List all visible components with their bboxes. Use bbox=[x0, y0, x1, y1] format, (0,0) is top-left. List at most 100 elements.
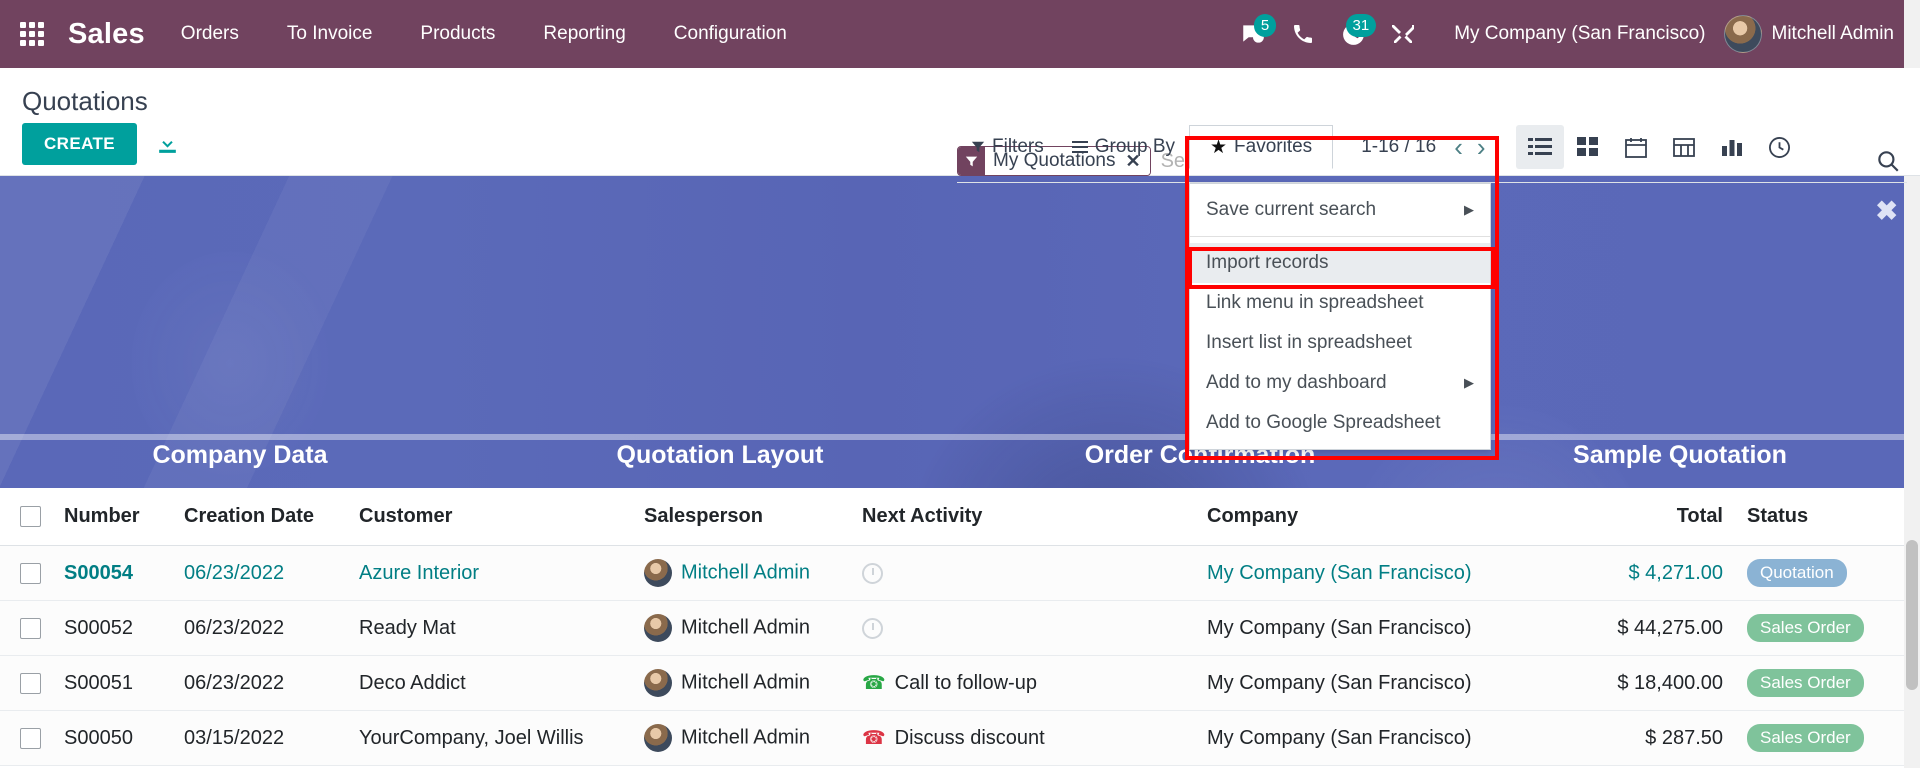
customer-value: YourCompany, Joel Willis bbox=[359, 726, 584, 749]
company-value: My Company (San Francisco) bbox=[1207, 616, 1472, 639]
company-value: My Company (San Francisco) bbox=[1207, 671, 1472, 694]
table-row[interactable]: S00051 06/23/2022 Deco Addict Mitchell A… bbox=[0, 655, 1920, 711]
cell-customer: Deco Addict bbox=[347, 655, 632, 711]
column-header-customer[interactable]: Customer bbox=[347, 488, 632, 546]
cell-creation-date: 06/23/2022 bbox=[172, 655, 347, 711]
total-value: $ 287.50 bbox=[1645, 726, 1723, 749]
record-link[interactable]: S00052 bbox=[64, 617, 133, 639]
row-checkbox[interactable] bbox=[20, 727, 41, 749]
phone-red-icon[interactable]: ☎ bbox=[862, 728, 886, 749]
favorites-item-import-records[interactable]: Import records bbox=[1190, 243, 1490, 283]
phone-icon[interactable] bbox=[1280, 0, 1326, 68]
record-link[interactable]: S00054 bbox=[64, 562, 133, 584]
favorites-item-insert-list-in-spreadsheet[interactable]: Insert list in spreadsheet bbox=[1190, 323, 1490, 363]
column-header-creation-date[interactable]: Creation Date bbox=[172, 488, 347, 546]
table-row[interactable]: S00054 06/23/2022 Azure Interior Mitchel… bbox=[0, 545, 1920, 601]
date-value: 06/23/2022 bbox=[184, 671, 285, 694]
clock-icon[interactable] bbox=[862, 617, 883, 639]
cell-company: My Company (San Francisco) bbox=[1195, 600, 1565, 656]
avatar bbox=[644, 559, 672, 587]
messages-badge: 5 bbox=[1253, 14, 1277, 37]
calendar-view-icon[interactable] bbox=[1612, 125, 1660, 169]
favorites-item-add-to-google-spreadsheet[interactable]: Add to Google Spreadsheet bbox=[1190, 403, 1490, 443]
group-by-dropdown-button[interactable]: Group By bbox=[1058, 136, 1189, 158]
import-download-icon[interactable] bbox=[155, 132, 180, 157]
kanban-view-icon[interactable] bbox=[1564, 125, 1612, 169]
star-icon: ★ bbox=[1210, 136, 1228, 158]
total-value: $ 44,275.00 bbox=[1617, 616, 1723, 639]
list-view-icon[interactable] bbox=[1515, 125, 1564, 169]
favorites-item-link-menu-in-spreadsheet[interactable]: Link menu in spreadsheet bbox=[1190, 283, 1490, 323]
column-header-total[interactable]: Total bbox=[1565, 488, 1735, 546]
salesperson-value: Mitchell Admin bbox=[681, 616, 810, 639]
company-value: My Company (San Francisco) bbox=[1207, 561, 1472, 584]
cell-total: $ 4,271.00 bbox=[1565, 545, 1735, 601]
column-header-status[interactable]: Status bbox=[1735, 488, 1920, 546]
avatar bbox=[1723, 15, 1762, 53]
cell-company: My Company (San Francisco) bbox=[1195, 710, 1565, 766]
onboarding-step-quotation-layout: Quotation Layout Customize the look of y… bbox=[480, 176, 960, 488]
pager-arrows: ‹ › bbox=[1454, 134, 1485, 160]
menu-item-configuration[interactable]: Configuration bbox=[650, 0, 811, 68]
scrollbar-thumb[interactable] bbox=[1906, 540, 1918, 690]
cell-creation-date: 03/15/2022 bbox=[172, 710, 347, 766]
apps-grid-icon[interactable] bbox=[0, 0, 64, 68]
menu-item-products[interactable]: Products bbox=[396, 0, 519, 68]
company-switcher[interactable]: My Company (San Francisco) bbox=[1436, 23, 1723, 45]
pager-value: 1-16 / 16 bbox=[1361, 136, 1437, 157]
record-link[interactable]: S00051 bbox=[64, 672, 133, 694]
select-all-header bbox=[0, 488, 52, 546]
salesperson-value: Mitchell Admin bbox=[681, 671, 810, 694]
favorites-dropdown-button[interactable]: ★ Favorites bbox=[1189, 125, 1334, 169]
favorites-item-label: Insert list in spreadsheet bbox=[1206, 332, 1412, 353]
activity-label: Call to follow-up bbox=[894, 671, 1037, 694]
step-title: Quotation Layout bbox=[616, 441, 824, 469]
customer-value: Azure Interior bbox=[359, 561, 480, 584]
search-tools: Filters Group By ★ Favorites 1-16 / 16 ‹… bbox=[957, 123, 1804, 171]
record-link[interactable]: S00050 bbox=[64, 727, 133, 749]
column-header-next-activity[interactable]: Next Activity bbox=[850, 488, 1195, 546]
avatar bbox=[644, 724, 672, 752]
favorites-dropdown-menu: Save current search ▶ Import records Lin… bbox=[1189, 183, 1491, 450]
favorites-item-add-to-my-dashboard[interactable]: Add to my dashboard ▶ bbox=[1190, 363, 1490, 403]
pivot-view-icon[interactable] bbox=[1660, 125, 1708, 169]
close-icon[interactable]: ✖ bbox=[1875, 198, 1898, 225]
row-checkbox[interactable] bbox=[20, 562, 41, 584]
debug-tools-icon[interactable] bbox=[1380, 0, 1426, 68]
menu-item-reporting[interactable]: Reporting bbox=[519, 0, 649, 68]
messages-icon[interactable]: 5 bbox=[1230, 0, 1277, 68]
row-checkbox[interactable] bbox=[20, 672, 41, 694]
create-button[interactable]: CREATE bbox=[22, 123, 138, 165]
favorites-item-label: Import records bbox=[1206, 252, 1329, 273]
select-all-checkbox[interactable] bbox=[20, 506, 41, 528]
activity-clock-icon[interactable]: 31 bbox=[1330, 0, 1377, 68]
table-row[interactable]: S00052 06/23/2022 Ready Mat Mitchell Adm… bbox=[0, 600, 1920, 656]
salesperson-value: Mitchell Admin bbox=[681, 561, 810, 584]
company-value: My Company (San Francisco) bbox=[1207, 726, 1472, 749]
step-title: Sample Quotation bbox=[1573, 441, 1787, 469]
row-checkbox[interactable] bbox=[20, 617, 41, 639]
clock-icon[interactable] bbox=[862, 562, 883, 584]
column-header-company[interactable]: Company bbox=[1195, 488, 1565, 546]
row-select-cell bbox=[0, 545, 52, 601]
favorites-item-save-current-search[interactable]: Save current search ▶ bbox=[1190, 190, 1490, 230]
cell-number: S00052 bbox=[52, 600, 172, 656]
user-menu[interactable]: Mitchell Admin bbox=[1723, 15, 1901, 53]
graph-view-icon[interactable] bbox=[1708, 125, 1756, 169]
cell-customer: Ready Mat bbox=[347, 600, 632, 656]
table-row[interactable]: S00050 03/15/2022 YourCompany, Joel Will… bbox=[0, 710, 1920, 766]
pager[interactable]: 1-16 / 16 bbox=[1361, 136, 1436, 158]
column-header-number[interactable]: Number bbox=[52, 488, 172, 546]
customer-value: Ready Mat bbox=[359, 616, 456, 639]
pager-previous-icon[interactable]: ‹ bbox=[1454, 134, 1463, 160]
filters-dropdown-button[interactable]: Filters bbox=[957, 136, 1058, 158]
menu-item-to-invoice[interactable]: To Invoice bbox=[263, 0, 397, 68]
column-header-salesperson[interactable]: Salesperson bbox=[632, 488, 850, 546]
activity-badge: 31 bbox=[1345, 14, 1377, 37]
app-brand-sales[interactable]: Sales bbox=[64, 18, 157, 51]
phone-green-icon[interactable]: ☎ bbox=[862, 673, 886, 694]
menu-item-orders[interactable]: Orders bbox=[157, 0, 263, 68]
activity-view-icon[interactable] bbox=[1756, 125, 1804, 169]
pager-next-icon[interactable]: › bbox=[1477, 134, 1486, 160]
status-badge: Sales Order bbox=[1747, 724, 1864, 752]
